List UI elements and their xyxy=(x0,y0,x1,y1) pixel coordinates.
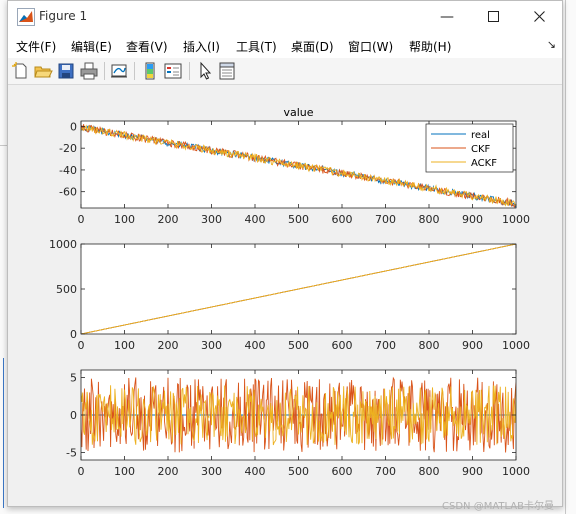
x-tick-label: 900 xyxy=(462,465,483,478)
x-tick-label: 700 xyxy=(375,339,396,352)
axes-title: value xyxy=(283,106,313,119)
x-tick-label: 300 xyxy=(201,339,222,352)
menu-bar: 文件(F) 编辑(E) 查看(V) 插入(I) 工具(T) 桌面(D) 窗口(W… xyxy=(8,32,562,58)
menu-edit[interactable]: 编辑(E) xyxy=(71,38,112,55)
x-tick-label: 600 xyxy=(332,213,353,226)
x-tick-label: 0 xyxy=(78,213,85,226)
minimize-icon: — xyxy=(440,8,454,25)
dock-arrow-icon[interactable]: ↘ xyxy=(547,38,556,51)
property-inspector-icon[interactable] xyxy=(217,61,237,81)
insert-colorbar-icon[interactable] xyxy=(140,61,160,81)
open-file-icon[interactable] xyxy=(33,61,53,81)
x-tick-label: 500 xyxy=(288,213,309,226)
background-window-edge xyxy=(565,0,566,514)
x-tick-label: 400 xyxy=(245,465,266,478)
y-tick-label: 1000 xyxy=(49,238,77,251)
y-tick-label: 0 xyxy=(70,409,77,422)
menu-tools[interactable]: 工具(T) xyxy=(236,38,277,55)
x-tick-label: 800 xyxy=(419,465,440,478)
menu-desktop[interactable]: 桌面(D) xyxy=(291,38,334,55)
legend-label: CKF xyxy=(471,144,491,155)
maximize-icon xyxy=(487,11,499,22)
x-tick-label: 300 xyxy=(201,465,222,478)
x-tick-label: 1000 xyxy=(502,213,530,226)
x-tick-label: 600 xyxy=(332,339,353,352)
y-tick-label: 0 xyxy=(70,120,77,133)
x-tick-label: 200 xyxy=(158,465,179,478)
insert-legend-icon[interactable] xyxy=(163,61,183,81)
toolbar-separator xyxy=(104,62,105,80)
y-tick-label: -60 xyxy=(59,186,77,199)
menu-help[interactable]: 帮助(H) xyxy=(409,38,451,55)
x-tick-label: 900 xyxy=(462,339,483,352)
edit-plot-icon[interactable] xyxy=(195,61,215,81)
x-tick-label: 100 xyxy=(114,339,135,352)
window-title: Figure 1 xyxy=(39,9,88,23)
toolbar-separator xyxy=(189,62,190,80)
x-tick-label: 1000 xyxy=(502,339,530,352)
x-tick-label: 300 xyxy=(201,213,222,226)
x-tick-label: 700 xyxy=(375,213,396,226)
maximize-button[interactable] xyxy=(470,1,516,32)
y-tick-label: -20 xyxy=(59,142,77,155)
minimize-button[interactable]: — xyxy=(424,1,470,32)
x-tick-label: 800 xyxy=(419,339,440,352)
legend-label: ACKF xyxy=(471,158,497,169)
link-plot-icon[interactable] xyxy=(109,61,129,81)
toolbar xyxy=(8,58,562,85)
menu-file[interactable]: 文件(F) xyxy=(16,38,56,55)
x-tick-label: 1000 xyxy=(502,465,530,478)
y-tick-label: -5 xyxy=(66,447,77,460)
x-tick-label: 400 xyxy=(245,339,266,352)
title-bar[interactable]: Figure 1 — xyxy=(8,1,562,32)
watermark-text: CSDN @MATLAB卡尔曼 xyxy=(442,501,554,512)
save-icon[interactable] xyxy=(56,61,76,81)
x-tick-label: 400 xyxy=(245,213,266,226)
axes-third[interactable]: 0 100 200 300 400 500 600 700 800 900 100050-5 xyxy=(66,369,530,478)
print-icon[interactable] xyxy=(79,61,99,81)
x-tick-label: 900 xyxy=(462,213,483,226)
new-figure-icon[interactable] xyxy=(11,61,31,81)
background-window-edge xyxy=(3,358,4,508)
x-tick-label: 700 xyxy=(375,465,396,478)
axes-second[interactable]: 0 100 200 300 400 500 600 700 800 900 1000 0 500 1000 xyxy=(49,238,530,352)
x-tick-label: 800 xyxy=(419,213,440,226)
x-tick-label: 100 xyxy=(114,465,135,478)
x-tick-label: 200 xyxy=(158,339,179,352)
x-tick-label: 500 xyxy=(288,339,309,352)
y-tick-label: 0 xyxy=(70,328,77,341)
menu-insert[interactable]: 插入(I) xyxy=(183,38,220,55)
x-tick-label: 100 xyxy=(114,213,135,226)
x-tick-label: 0 xyxy=(78,339,85,352)
x-tick-label: 200 xyxy=(158,213,179,226)
menu-window[interactable]: 窗口(W) xyxy=(348,38,393,55)
close-icon xyxy=(533,11,545,22)
y-tick-label: 5 xyxy=(70,372,77,385)
matlab-logo-icon xyxy=(17,8,35,26)
x-tick-label: 600 xyxy=(332,465,353,478)
toolbar-separator xyxy=(134,62,135,80)
y-tick-label: -40 xyxy=(59,164,77,177)
close-button[interactable] xyxy=(516,1,562,32)
legend-label: real xyxy=(471,130,490,141)
x-tick-label: 500 xyxy=(288,465,309,478)
y-tick-label: 500 xyxy=(56,283,77,296)
x-tick-label: 0 xyxy=(78,465,85,478)
menu-view[interactable]: 查看(V) xyxy=(126,38,168,55)
figure-plots[interactable]: 0 100 200 300 400 500 600 700 800 900 10000-20-40-… xyxy=(8,85,562,506)
figure-window: Figure 1 — 文件(F) 编辑(E) 查看(V) 插入(I) 工具(T)… xyxy=(7,0,563,507)
axes-value[interactable]: 0 100 200 300 400 500 600 700 800 900 1000 0 -20 -40 -… xyxy=(59,106,530,226)
